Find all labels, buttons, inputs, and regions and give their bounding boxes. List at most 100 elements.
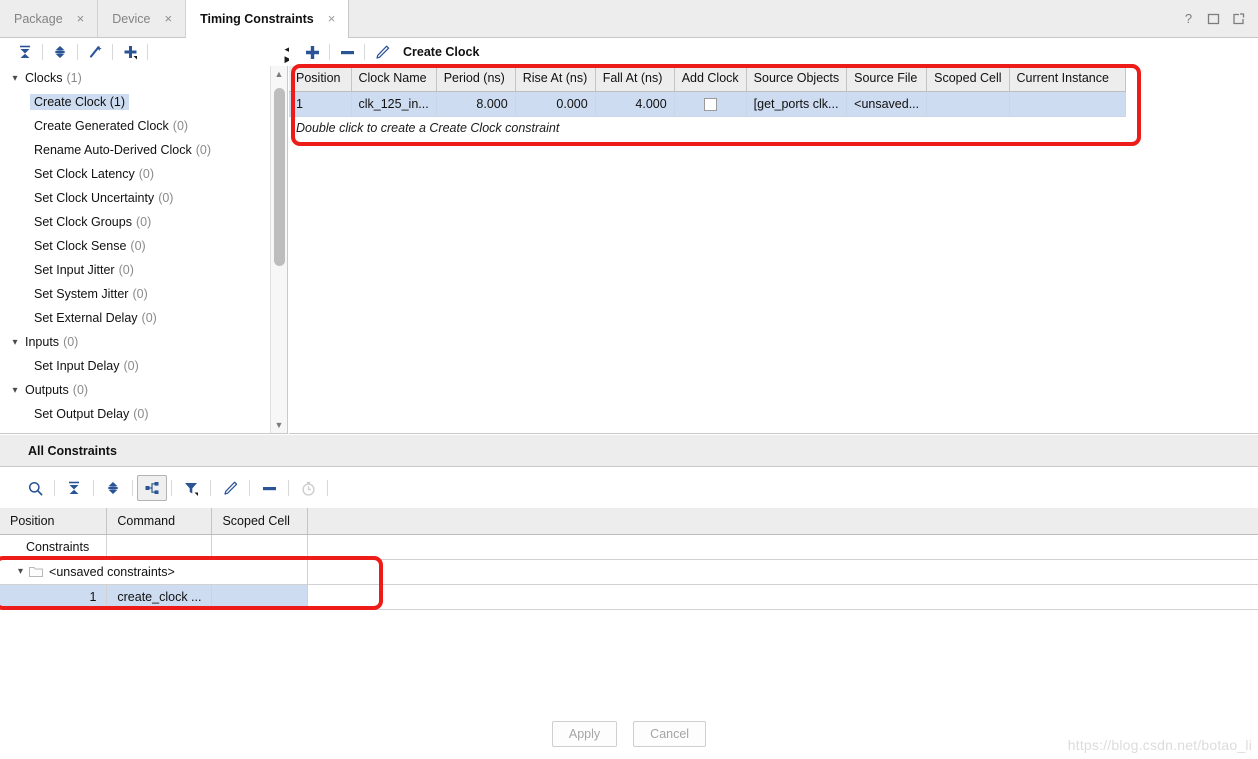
toolbar-separator bbox=[329, 44, 330, 60]
tree-item-label: Set External Delay bbox=[34, 311, 138, 325]
column-header[interactable]: Scoped Cell bbox=[926, 66, 1010, 92]
tree-item-label: Set Output Delay bbox=[34, 407, 130, 421]
cell-clock-name[interactable]: clk_125_in... bbox=[351, 91, 437, 117]
cell-scoped-cell[interactable] bbox=[926, 91, 1010, 117]
tree-group-outputs[interactable]: ▾ Outputs (0) bbox=[0, 378, 270, 402]
tree-item-set-input-jitter[interactable]: Set Input Jitter (0) bbox=[0, 258, 270, 282]
toolbar-separator bbox=[249, 480, 250, 496]
tab-label: Timing Constraints bbox=[200, 11, 314, 26]
tab-package[interactable]: Package × bbox=[0, 0, 99, 37]
magic-wand-icon[interactable] bbox=[82, 41, 108, 63]
toolbar-separator bbox=[171, 480, 172, 496]
minus-icon[interactable] bbox=[334, 41, 360, 63]
pencil-icon[interactable] bbox=[215, 475, 245, 501]
tree-item-count: (0) bbox=[158, 191, 174, 205]
tree-item-set-external-delay[interactable]: Set External Delay (0) bbox=[0, 306, 270, 330]
apply-button[interactable]: Apply bbox=[551, 720, 618, 747]
tree-item-set-clock-uncertainty[interactable]: Set Clock Uncertainty (0) bbox=[0, 186, 270, 210]
tree-item-set-clock-sense[interactable]: Set Clock Sense (0) bbox=[0, 234, 270, 258]
close-icon[interactable]: × bbox=[75, 11, 87, 26]
tab-device[interactable]: Device × bbox=[98, 0, 187, 37]
table-row[interactable]: 1 clk_125_in... 8.000 0.000 4.000 [get_ports … bbox=[289, 91, 1126, 117]
column-header[interactable]: Scoped Cell bbox=[211, 508, 309, 535]
tree-toolbar bbox=[0, 38, 288, 66]
collapse-all-icon[interactable] bbox=[12, 41, 38, 63]
cell-position[interactable]: 1 bbox=[0, 584, 108, 610]
cell-fall-at[interactable]: 4.000 bbox=[595, 91, 675, 117]
cell-current-instance[interactable] bbox=[1009, 91, 1126, 117]
question-mark-icon[interactable]: ? bbox=[1182, 12, 1195, 25]
column-header[interactable]: Period (ns) bbox=[436, 66, 516, 92]
tab-timing-constraints[interactable]: Timing Constraints × bbox=[186, 0, 350, 38]
column-header-filler bbox=[307, 508, 1258, 535]
scrollbar-thumb[interactable] bbox=[274, 88, 285, 266]
chevron-down-icon[interactable]: ▾ bbox=[8, 73, 22, 84]
timer-icon bbox=[293, 475, 323, 501]
chevron-down-icon[interactable]: ▾ bbox=[8, 337, 22, 348]
close-icon[interactable]: × bbox=[162, 11, 174, 26]
column-header[interactable]: Add Clock bbox=[674, 66, 747, 92]
folder-cell[interactable]: ▾ <unsaved constraints> bbox=[0, 559, 309, 585]
maximize-icon[interactable] bbox=[1207, 12, 1220, 25]
tree-item-label: Set System Jitter bbox=[34, 287, 129, 301]
tree-item-create-clock[interactable]: Create Clock (1) bbox=[0, 90, 270, 114]
column-header[interactable]: Clock Name bbox=[351, 66, 437, 92]
tree-group-inputs[interactable]: ▾ Inputs (0) bbox=[0, 330, 270, 354]
cell-rise-at[interactable]: 0.000 bbox=[515, 91, 596, 117]
expand-all-icon[interactable] bbox=[98, 475, 128, 501]
expand-all-icon[interactable] bbox=[47, 41, 73, 63]
tree-item-set-clock-groups[interactable]: Set Clock Groups (0) bbox=[0, 210, 270, 234]
tab-label: Device bbox=[112, 11, 151, 26]
float-window-icon[interactable] bbox=[1232, 12, 1245, 25]
toolbar-separator bbox=[77, 44, 78, 60]
cell-source-file[interactable]: <unsaved... bbox=[846, 91, 928, 117]
scroll-down-icon[interactable]: ▼ bbox=[271, 417, 287, 433]
close-icon[interactable]: × bbox=[326, 11, 338, 26]
constraints-folder-row[interactable]: ▾ <unsaved constraints> bbox=[0, 559, 1258, 585]
add-clock-checkbox[interactable] bbox=[703, 97, 717, 111]
timing-constraints-window: Package × Device × Timing Constraints × … bbox=[0, 0, 1258, 759]
chevron-down-icon[interactable]: ▾ bbox=[18, 566, 23, 577]
column-header[interactable]: Current Instance bbox=[1009, 66, 1126, 92]
search-icon[interactable] bbox=[20, 475, 50, 501]
tree-view-icon[interactable] bbox=[137, 475, 167, 501]
cell-period[interactable]: 8.000 bbox=[436, 91, 516, 117]
column-header[interactable]: Position bbox=[289, 66, 352, 92]
pencil-icon[interactable] bbox=[369, 41, 395, 63]
minus-icon[interactable] bbox=[254, 475, 284, 501]
table-row[interactable]: 1 create_clock ... bbox=[0, 584, 1258, 610]
tree-item-set-output-delay[interactable]: Set Output Delay (0) bbox=[0, 402, 270, 426]
cell-source-objects[interactable]: [get_ports clk... bbox=[746, 91, 848, 117]
add-constraint-icon[interactable] bbox=[117, 41, 143, 63]
column-header[interactable]: Source File bbox=[846, 66, 928, 92]
cell-scoped-cell[interactable] bbox=[211, 584, 309, 610]
tree-item-label: Set Clock Groups bbox=[34, 215, 132, 229]
collapse-all-icon[interactable] bbox=[59, 475, 89, 501]
tree-item-rename-auto-derived-clock[interactable]: Rename Auto-Derived Clock (0) bbox=[0, 138, 270, 162]
tree-item-set-system-jitter[interactable]: Set System Jitter (0) bbox=[0, 282, 270, 306]
cell-command[interactable]: create_clock ... bbox=[106, 584, 213, 610]
cell-add-clock[interactable] bbox=[674, 91, 747, 117]
cell-position[interactable]: 1 bbox=[289, 91, 352, 117]
tree-item-set-input-delay[interactable]: Set Input Delay (0) bbox=[0, 354, 270, 378]
column-header[interactable]: Command bbox=[106, 508, 213, 535]
column-header[interactable]: Position bbox=[0, 508, 108, 535]
tree-item-set-clock-latency[interactable]: Set Clock Latency (0) bbox=[0, 162, 270, 186]
tree-item-count: (0) bbox=[130, 239, 146, 253]
column-header[interactable]: Source Objects bbox=[746, 66, 848, 92]
filter-icon[interactable] bbox=[176, 475, 206, 501]
tree-item-label: Create Clock (1) bbox=[30, 94, 129, 110]
tree-item-create-generated-clock[interactable]: Create Generated Clock (0) bbox=[0, 114, 270, 138]
create-constraint-hint[interactable]: Double click to create a Create Clock co… bbox=[289, 116, 1258, 141]
tree-scrollbar[interactable]: ▲ ▼ bbox=[270, 66, 287, 433]
cell-empty bbox=[307, 584, 1258, 610]
chevron-down-icon[interactable]: ▾ bbox=[8, 385, 22, 396]
watermark: https://blog.csdn.net/botao_li bbox=[1067, 737, 1252, 753]
cancel-button[interactable]: Cancel bbox=[633, 720, 707, 747]
tab-bar-filler bbox=[349, 0, 1172, 37]
tree-group-clocks[interactable]: ▾ Clocks (1) bbox=[0, 66, 270, 90]
tree-item-count: (0) bbox=[132, 287, 148, 301]
column-header[interactable]: Fall At (ns) bbox=[595, 66, 675, 92]
column-header[interactable]: Rise At (ns) bbox=[515, 66, 596, 92]
plus-icon[interactable] bbox=[299, 41, 325, 63]
